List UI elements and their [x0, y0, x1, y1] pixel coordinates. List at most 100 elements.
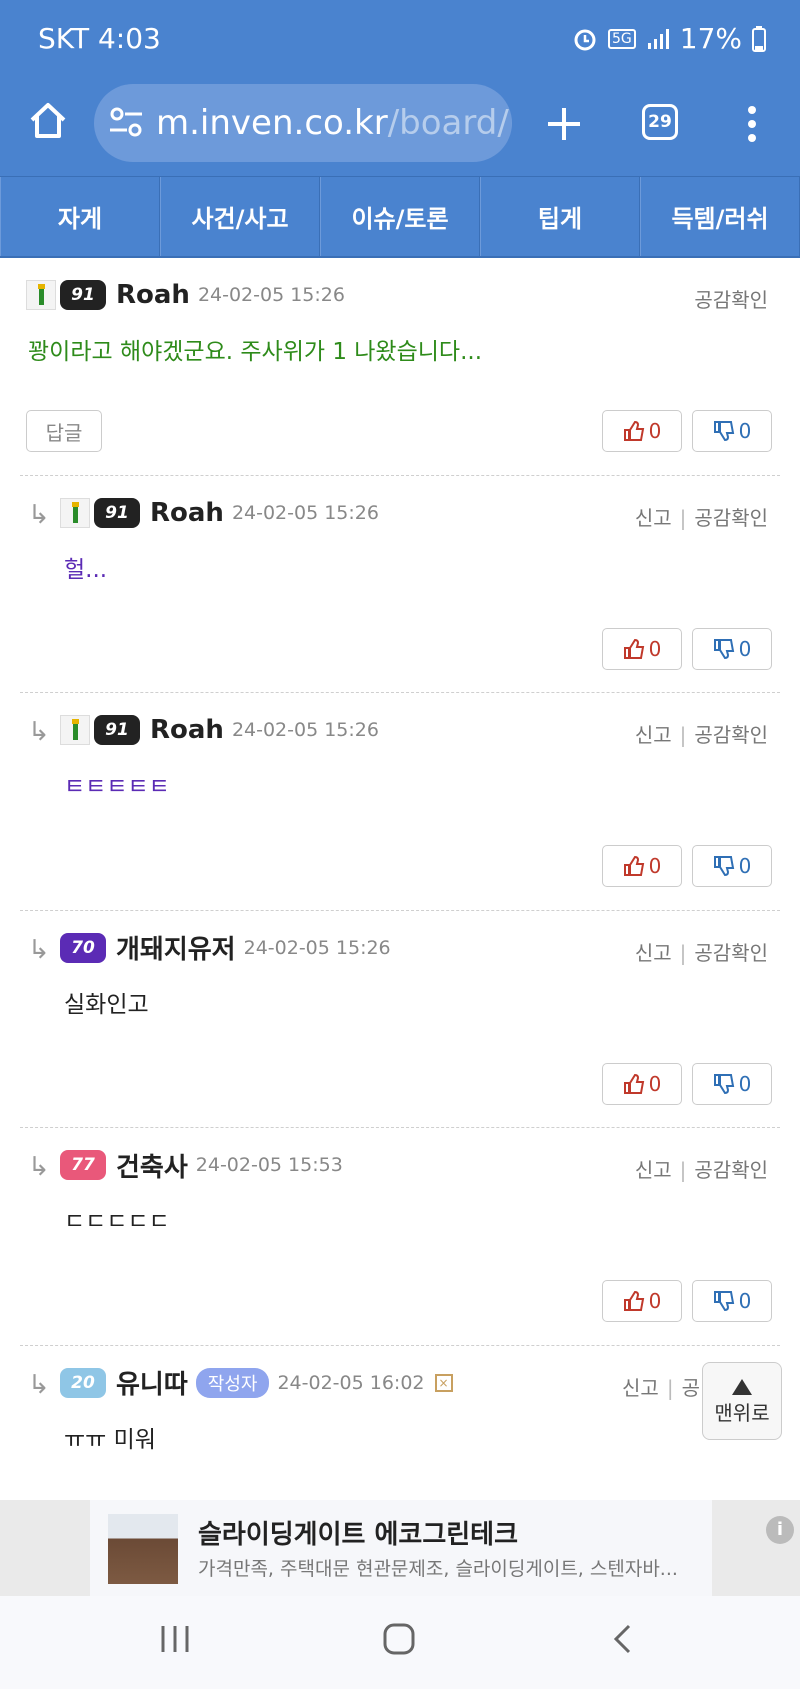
url-host: m.inven.co.kr	[156, 103, 388, 143]
category-tab[interactable]: 자게	[0, 177, 160, 256]
comment-date: 24-02-05 15:26	[231, 501, 379, 524]
author-badge: 작성자	[195, 1367, 270, 1398]
category-tab[interactable]: 득템/러쉬	[640, 177, 800, 256]
report-link[interactable]: 신고	[635, 506, 672, 530]
downvote-button[interactable]: 0	[692, 410, 772, 452]
like-check-link[interactable]: 공감확인	[694, 941, 768, 965]
category-tab[interactable]: 사건/사고	[160, 177, 320, 256]
thumb-up-icon	[623, 855, 644, 876]
comment-date: 24-02-05 15:26	[231, 719, 379, 741]
broken-image-icon: ×	[434, 1373, 453, 1392]
address-bar[interactable]: m.inven.co.kr/board/lir	[94, 84, 512, 162]
scroll-to-top-label: 맨위로	[714, 1400, 770, 1425]
like-check-link[interactable]: 공감확인	[694, 288, 768, 312]
upvote-button[interactable]: 0	[602, 1280, 682, 1322]
upvote-button[interactable]: 0	[602, 1062, 682, 1105]
comment-tools: 신고 | 공감확인	[634, 505, 768, 530]
comment-tools: 신고 | 공감확인	[634, 1158, 768, 1182]
comment-author[interactable]: 건축사	[116, 1147, 188, 1184]
plus-icon[interactable]	[542, 102, 586, 146]
url-path: /board/lir	[387, 103, 512, 143]
upvote-button[interactable]: 0	[602, 845, 682, 887]
comment-author[interactable]: 유니따	[116, 1364, 188, 1401]
network-icon: 5G	[608, 28, 636, 49]
reply-arrow-icon: ↳	[28, 499, 50, 530]
level-badge: 20	[60, 1367, 106, 1398]
like-check-link[interactable]: 공감확인	[694, 1158, 768, 1182]
tune-icon[interactable]	[108, 104, 144, 140]
report-link[interactable]: 신고	[635, 723, 672, 747]
like-check-link[interactable]: 공	[682, 1376, 700, 1400]
comment-item: ↳ 70 개돼지유저 24-02-05 15:26 신고 | 공감확인 실화인고 0…	[20, 911, 780, 1128]
comment-author[interactable]: Roah	[150, 498, 224, 528]
thumb-down-icon	[713, 421, 734, 442]
comment-tools: 신고 | 공	[622, 1375, 700, 1400]
battery-icon	[752, 25, 766, 52]
recents-icon[interactable]	[158, 1622, 192, 1656]
level-badge: 91	[60, 280, 106, 310]
home-icon[interactable]	[26, 98, 70, 142]
comment-item: ↳ 77 건축사 24-02-05 15:53 신고 | 공감확인 ㄷㄷㄷㄷㄷ 0 …	[20, 1128, 780, 1346]
downvote-button[interactable]: 0	[692, 1280, 772, 1322]
comment-item: 91 Roah 24-02-05 15:26 공감확인 꽝이라고 해야겠군요. …	[20, 258, 780, 476]
reply-arrow-icon: ↳	[28, 1369, 50, 1400]
thumb-down-icon	[713, 856, 734, 877]
thumb-down-icon	[713, 1073, 734, 1094]
back-icon[interactable]	[606, 1622, 640, 1656]
report-link[interactable]: 신고	[622, 1376, 659, 1400]
signal-icon	[647, 28, 669, 49]
comment-author[interactable]: Roah	[116, 280, 190, 310]
upvote-button[interactable]: 0	[602, 627, 682, 670]
comment-header: 91 Roah 24-02-05 15:26	[60, 713, 379, 747]
category-nav: 자게 사건/사고 이슈/토론 팁게 득템/러쉬	[0, 176, 800, 258]
comment-header: 20 유니따 작성자 24-02-05 16:02 ×	[60, 1366, 453, 1400]
comment-date: 24-02-05 15:26	[197, 284, 345, 306]
category-tab[interactable]: 이슈/토론	[320, 177, 480, 256]
comment-date: 24-02-05 16:02	[277, 1371, 425, 1394]
level-badge: 91	[94, 497, 140, 528]
ad-card[interactable]: 슬라이딩게이트 에코그린테크 가격만족, 주택대문 현관문제조, 슬라이딩게이트…	[90, 1500, 794, 1596]
comment-date: 24-02-05 15:53	[195, 1154, 343, 1176]
member-icon	[26, 280, 56, 310]
report-link[interactable]: 신고	[635, 1158, 672, 1182]
thumb-up-icon	[623, 1290, 644, 1311]
comment-list: 91 Roah 24-02-05 15:26 공감확인 꽝이라고 해야겠군요. …	[0, 258, 800, 1563]
arrow-up-icon	[732, 1378, 752, 1395]
system-nav-bar	[0, 1596, 800, 1689]
battery-percent: 17%	[679, 22, 742, 55]
report-link[interactable]: 신고	[635, 941, 672, 965]
comment-header: 77 건축사 24-02-05 15:53	[60, 1147, 343, 1184]
ad-description: 가격만족, 주택대문 현관문제조, 슬라이딩게이트, 스텐자바...	[198, 1558, 678, 1580]
home-nav-icon[interactable]	[382, 1622, 416, 1656]
thumb-down-icon	[713, 638, 734, 659]
browser-toolbar: m.inven.co.kr/board/lir 29	[0, 80, 800, 176]
scroll-to-top-button[interactable]: 맨위로	[702, 1362, 782, 1440]
like-check-link[interactable]: 공감확인	[694, 506, 768, 530]
status-bar: SKT 4:03 5G 17%	[0, 0, 800, 80]
comment-text: 실화인고	[64, 991, 149, 1018]
downvote-button[interactable]: 0	[692, 845, 772, 887]
info-icon[interactable]: i	[766, 1516, 794, 1544]
comment-text: 헐...	[64, 556, 108, 583]
member-icon	[60, 497, 90, 528]
downvote-button[interactable]: 0	[692, 627, 772, 670]
ad-banner[interactable]: 슬라이딩게이트 에코그린테크 가격만족, 주택대문 현관문제조, 슬라이딩게이트…	[0, 1500, 800, 1596]
downvote-button[interactable]: 0	[692, 1062, 772, 1105]
comment-text: ㅌㅌㅌㅌㅌ	[64, 774, 170, 800]
comment-tools: 신고 | 공감확인	[634, 723, 768, 747]
more-icon[interactable]	[744, 104, 760, 144]
like-check-link[interactable]: 공감확인	[694, 723, 768, 747]
comment-tools: 신고 | 공감확인	[634, 940, 768, 965]
comment-item: ↳ 91 Roah 24-02-05 15:26 신고 | 공감확인 헐... 0 …	[20, 476, 780, 693]
thumb-up-icon	[623, 638, 644, 659]
category-tab[interactable]: 팁게	[480, 177, 640, 256]
comment-tools: 공감확인	[694, 284, 768, 313]
upvote-button[interactable]: 0	[602, 410, 682, 452]
tab-switcher-button[interactable]: 29	[642, 104, 678, 140]
carrier-time: SKT 4:03	[38, 22, 161, 55]
comment-author[interactable]: 개돼지유저	[116, 929, 236, 966]
reply-button[interactable]: 답글	[26, 410, 102, 452]
comment-item: ↳ 91 Roah 24-02-05 15:26 신고 | 공감확인 ㅌㅌㅌㅌㅌ 0…	[20, 693, 780, 911]
level-badge: 77	[60, 1150, 106, 1180]
comment-author[interactable]: Roah	[150, 715, 224, 745]
